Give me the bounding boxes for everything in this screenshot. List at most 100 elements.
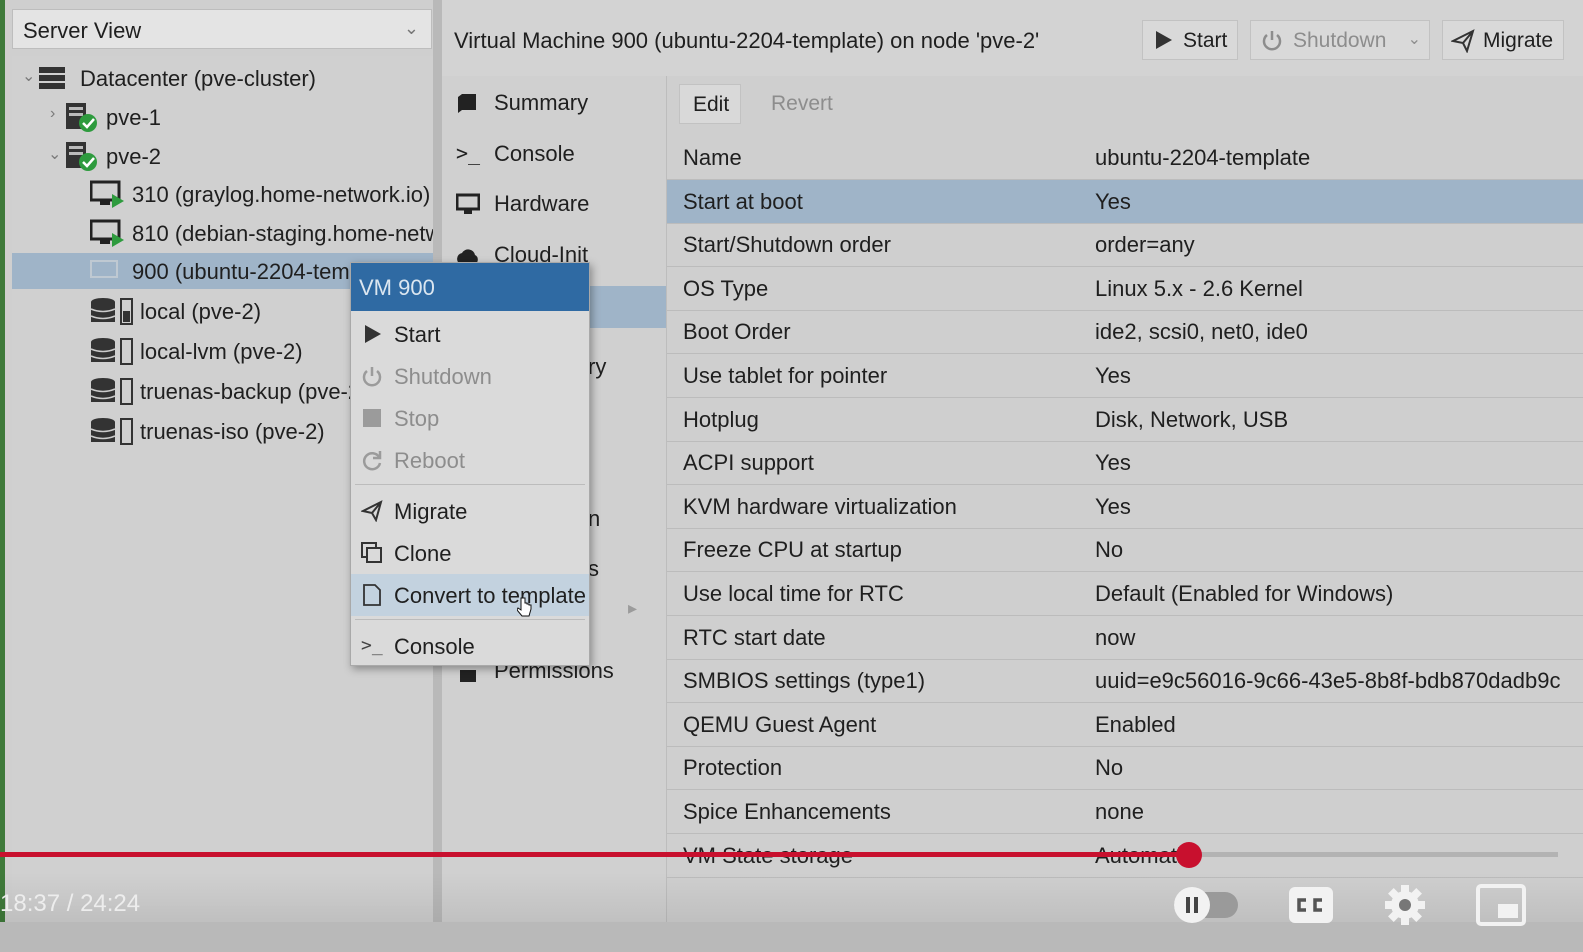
option-row[interactable]: Hotplug Disk, Network, USB [667, 398, 1583, 442]
menu-item-label: Console [394, 634, 475, 659]
miniplayer-icon[interactable] [1476, 884, 1526, 926]
menu-item-shutdown[interactable]: Shutdown [351, 355, 589, 397]
chevron-down-icon: ⌄ [403, 18, 419, 38]
summary-icon [458, 94, 476, 113]
storage-icon [90, 298, 133, 325]
tree-item-vm-810[interactable]: 810 (debian-staging.home-netw [12, 215, 442, 251]
menu-separator [355, 484, 585, 485]
mouse-cursor-icon [517, 597, 532, 617]
chevron-down-icon[interactable]: ⌄ [48, 144, 61, 164]
option-value: order=any [1095, 232, 1195, 258]
migrate-button-label: Migrate [1483, 29, 1554, 52]
option-value: Yes [1095, 450, 1131, 476]
option-key: Spice Enhancements [683, 799, 891, 824]
option-key: OS Type [683, 275, 769, 301]
menu-item-stop[interactable]: Stop [351, 397, 589, 439]
option-row[interactable]: Spice Enhancements none [667, 790, 1583, 834]
option-key: QEMU Guest Agent [683, 711, 877, 737]
revert-button[interactable]: Revert [753, 84, 843, 124]
option-row[interactable]: Use local time for RTC Default (Enabled f… [667, 572, 1583, 616]
option-value: Yes [1095, 363, 1131, 388]
option-key: KVM hardware virtualization [683, 493, 957, 519]
nav-cloud-init[interactable]: Cloud-Init [442, 232, 666, 262]
tree-item-label: local (pve-2) [140, 299, 262, 324]
storage-icon [90, 418, 133, 445]
option-row[interactable]: QEMU Guest Agent Enabled [667, 703, 1583, 747]
settings-gear-icon[interactable] [1384, 884, 1426, 926]
page-title: Virtual Machine 900 (ubuntu-2204-templat… [454, 28, 1040, 53]
option-row[interactable]: Use tablet for pointer Yes [667, 354, 1583, 398]
edit-button[interactable]: Edit [679, 84, 741, 124]
option-key: Boot Order [683, 319, 791, 345]
play-icon [1156, 31, 1172, 49]
hardware-icon [456, 193, 480, 214]
tree-item-label: pve-1 [106, 105, 162, 130]
option-row[interactable]: OS Type Linux 5.x - 2.6 Kernel [667, 267, 1583, 311]
option-row[interactable]: Start at boot Yes [667, 179, 1583, 224]
console-icon: >_ [456, 141, 481, 165]
option-row[interactable]: Freeze CPU at startup No [667, 528, 1583, 573]
menu-item-convert-to-template[interactable]: Convert to template [351, 574, 589, 617]
tree-item-vm-310[interactable]: 310 (graylog.home-network.io) [12, 176, 438, 212]
menu-item-label: Stop [394, 406, 440, 431]
migrate-button[interactable]: Migrate [1442, 20, 1564, 60]
view-select[interactable]: Server View ⌄ [12, 9, 432, 49]
storage-icon [90, 378, 133, 405]
migrate-icon [361, 500, 383, 522]
closed-captions-icon[interactable] [1288, 886, 1334, 924]
options-panel: Edit Revert Name ubuntu-2204-template Star… [667, 76, 1583, 922]
option-row[interactable]: ACPI support Yes [667, 441, 1583, 486]
tree-item-label: truenas-backup (pve-2 [140, 379, 361, 404]
datacenter-icon [39, 67, 65, 89]
option-row[interactable]: RTC start date now [667, 616, 1583, 660]
menu-item-reboot[interactable]: Reboot [351, 439, 589, 481]
chevron-down-icon[interactable]: ⌄ [1408, 29, 1421, 49]
nav-summary[interactable]: Summary [442, 80, 666, 126]
chevron-right-icon[interactable]: ▸ [628, 598, 637, 619]
tree-item-datacenter[interactable]: ⌄ Datacenter (pve-cluster) [12, 60, 438, 96]
start-button[interactable]: Start [1142, 20, 1238, 60]
option-value: now [1095, 624, 1136, 650]
chevron-right-icon[interactable]: › [50, 105, 55, 123]
video-progress-handle[interactable] [1175, 842, 1202, 868]
nav-console[interactable]: >_ Console [442, 131, 666, 177]
menu-item-console[interactable]: >_ Console [351, 625, 589, 667]
menu-item-clone[interactable]: Clone [351, 532, 589, 574]
tree-item-pve-2[interactable]: ⌄ pve-2 [12, 138, 438, 174]
option-value: none [1095, 799, 1144, 824]
stop-icon [363, 409, 381, 427]
nav-hardware[interactable]: Hardware [442, 181, 666, 227]
tree-item-label: 900 (ubuntu-2204-temp [132, 259, 362, 284]
chevron-down-icon[interactable]: ⌄ [22, 66, 35, 86]
tree-item-pve-1[interactable]: › pve-1 [12, 99, 438, 135]
option-value: uuid=e9c56016-9c66-43e5-8b8f-bdb870dadb9… [1095, 668, 1561, 694]
option-row[interactable]: KVM hardware virtualization Yes [667, 485, 1583, 529]
reboot-icon [362, 451, 382, 471]
option-value: No [1095, 537, 1124, 563]
option-row[interactable]: Boot Order ide2, scsi0, net0, ide0 [667, 310, 1583, 355]
option-key: Name [683, 145, 742, 170]
power-icon [362, 367, 382, 387]
vm-running-icon [90, 219, 124, 247]
option-row[interactable]: Start/Shutdown order order=any [667, 223, 1583, 268]
tree-item-label: truenas-iso (pve-2) [140, 419, 325, 444]
option-value: ubuntu-2204-template [1095, 145, 1311, 170]
option-value: Disk, Network, USB [1095, 406, 1289, 432]
option-row[interactable]: Name ubuntu-2204-template [667, 136, 1583, 180]
option-row[interactable]: Protection No [667, 746, 1583, 791]
nav-label: ry [588, 354, 607, 379]
console-icon: >_ [361, 635, 383, 656]
shutdown-button[interactable]: Shutdown ⌄ [1250, 20, 1430, 60]
video-bottom-strip [0, 922, 1583, 952]
option-value: Enabled [1095, 711, 1176, 737]
tree-item-label: Datacenter (pve-cluster) [80, 66, 316, 91]
option-value: Yes [1095, 188, 1131, 214]
tree-item-label: 810 (debian-staging.home-netw [132, 221, 442, 246]
play-icon [365, 325, 381, 343]
menu-item-label: Reboot [394, 448, 465, 473]
autoplay-toggle-icon[interactable] [1172, 884, 1240, 926]
nav-label: Cloud-Init [494, 242, 589, 262]
menu-item-start[interactable]: Start [351, 313, 589, 355]
menu-item-migrate[interactable]: Migrate [351, 490, 589, 532]
option-row[interactable]: SMBIOS settings (type1) uuid=e9c56016-9c6… [667, 659, 1583, 704]
